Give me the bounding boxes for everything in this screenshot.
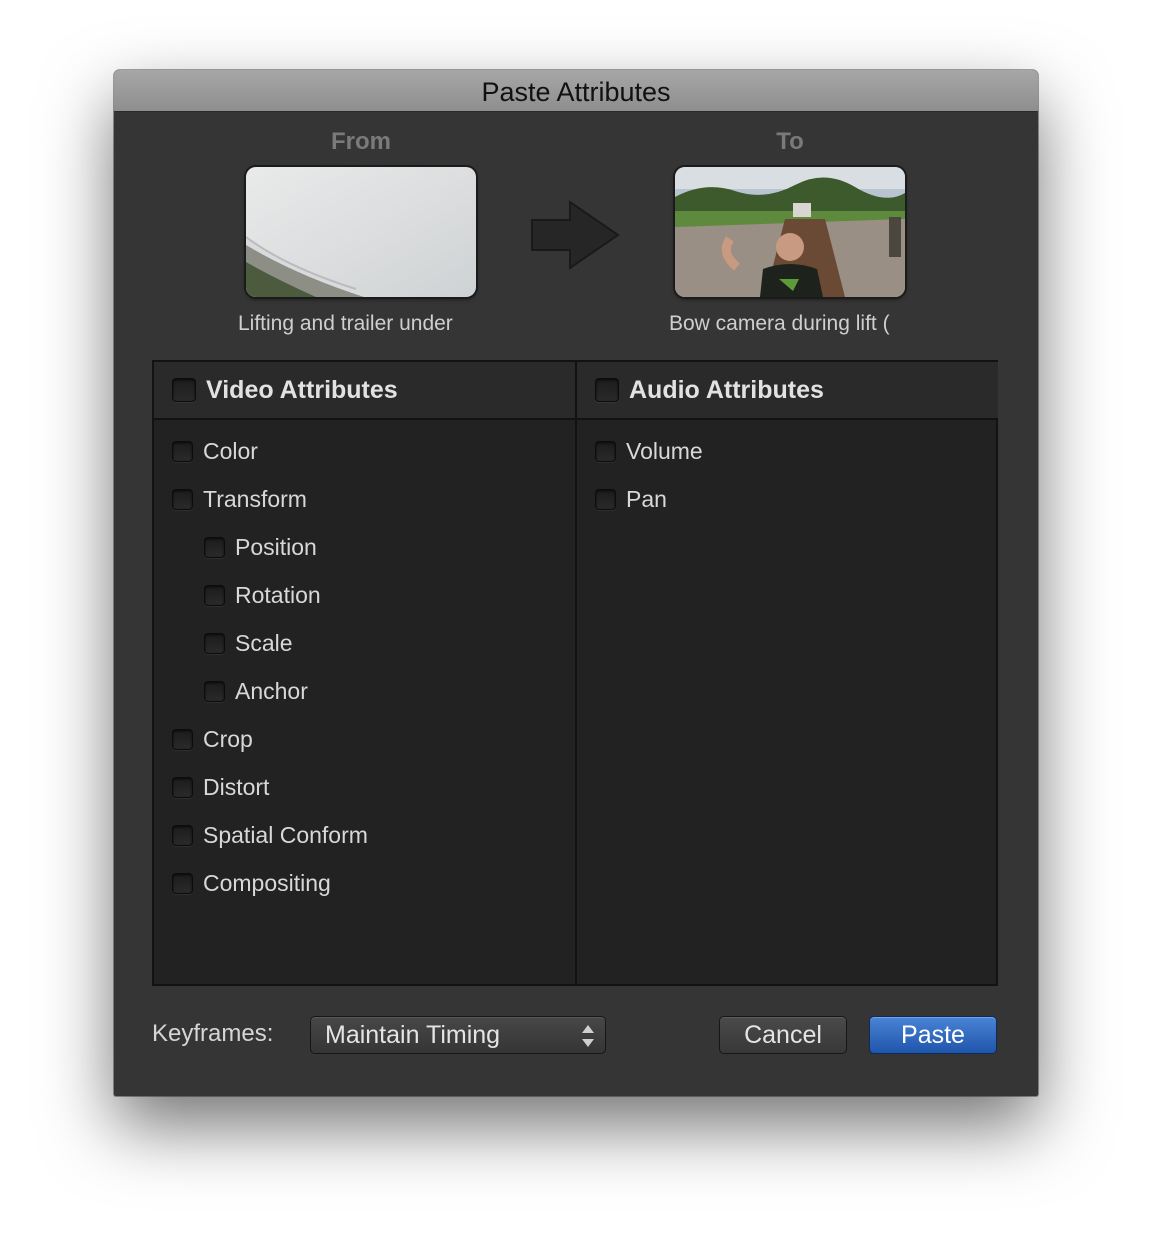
attributes-panel: Video Attributes Color Transform Positio… (152, 360, 998, 986)
cancel-button[interactable]: Cancel (719, 1016, 847, 1054)
crop-checkbox[interactable] (172, 729, 193, 750)
color-label: Color (203, 438, 258, 464)
anchor-label: Anchor (235, 678, 308, 704)
volume-label: Volume (626, 438, 703, 464)
compositing-checkbox[interactable] (172, 873, 193, 894)
video-attributes-checkbox[interactable] (172, 378, 196, 402)
paste-attributes-dialog: Paste Attributes From Lifting and traile… (114, 70, 1038, 1096)
source-thumbnail (246, 167, 476, 297)
scale-checkbox[interactable] (204, 633, 225, 654)
anchor-checkbox[interactable] (204, 681, 225, 702)
destination-clip-name: Bow camera during lift ( (669, 312, 890, 335)
video-attributes-column: Video Attributes Color Transform Positio… (154, 362, 577, 984)
video-attributes-header[interactable]: Video Attributes (154, 362, 575, 420)
source-clip-name: Lifting and trailer under (238, 312, 453, 335)
pan-label: Pan (626, 486, 667, 512)
video-attributes-label: Video Attributes (206, 376, 398, 404)
compositing-label: Compositing (203, 870, 331, 896)
distort-label: Distort (203, 774, 270, 800)
transform-label: Transform (203, 486, 307, 512)
spatial-conform-label: Spatial Conform (203, 822, 368, 848)
audio-attributes-label: Audio Attributes (629, 376, 824, 404)
color-checkbox[interactable] (172, 441, 193, 462)
position-checkbox[interactable] (204, 537, 225, 558)
transform-checkbox[interactable] (172, 489, 193, 510)
audio-attributes-header[interactable]: Audio Attributes (577, 362, 998, 420)
rotation-checkbox[interactable] (204, 585, 225, 606)
paste-button[interactable]: Paste (869, 1016, 997, 1054)
scale-label: Scale (235, 630, 293, 656)
distort-checkbox[interactable] (172, 777, 193, 798)
up-down-stepper-icon (581, 1023, 595, 1054)
spatial-conform-checkbox[interactable] (172, 825, 193, 846)
to-label: To (776, 128, 804, 155)
pan-checkbox[interactable] (595, 489, 616, 510)
destination-thumbnail (675, 167, 905, 297)
keyframes-label: Keyframes: (152, 1020, 274, 1047)
position-label: Position (235, 534, 317, 560)
rotation-label: Rotation (235, 582, 321, 608)
from-label: From (331, 128, 391, 155)
keyframes-popup[interactable]: Maintain Timing (310, 1016, 606, 1054)
audio-attributes-column: Audio Attributes Volume Pan (577, 362, 998, 984)
keyframes-value: Maintain Timing (325, 1021, 501, 1049)
audio-attributes-checkbox[interactable] (595, 378, 619, 402)
volume-checkbox[interactable] (595, 441, 616, 462)
right-arrow-icon (530, 200, 620, 275)
window-title: Paste Attributes (114, 70, 1038, 112)
crop-label: Crop (203, 726, 253, 752)
